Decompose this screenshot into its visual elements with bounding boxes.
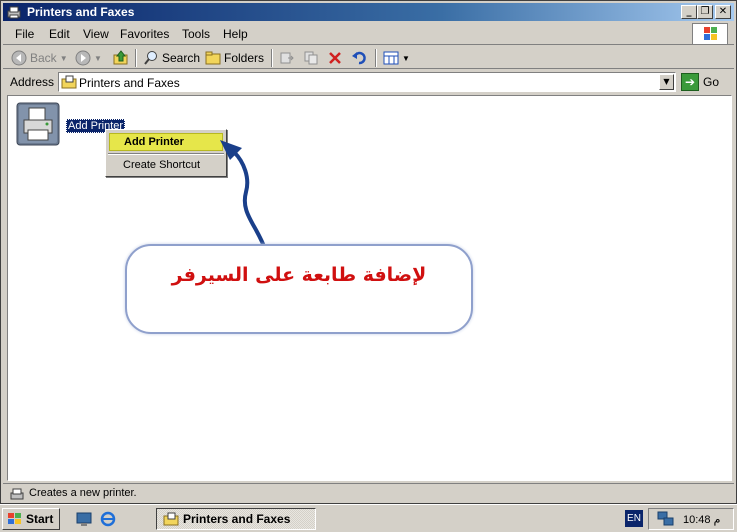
go-label: Go [703, 75, 720, 89]
folders-button[interactable]: Folders [205, 49, 264, 67]
forward-button[interactable]: ▼ [75, 49, 102, 67]
move-to-icon [280, 52, 294, 64]
go-arrow-icon: ➔ [681, 73, 699, 91]
back-arrow-icon [11, 50, 27, 66]
printer-folder-icon [61, 75, 77, 89]
status-bar: Creates a new printer. [3, 483, 734, 502]
back-dropdown-icon[interactable]: ▼ [60, 54, 68, 63]
restore-button[interactable]: ❐ [697, 5, 713, 19]
folders-label: Folders [224, 51, 265, 65]
toolbar-separator [135, 49, 137, 67]
menu-file[interactable]: File [15, 27, 34, 41]
context-menu: Add Printer Create Shortcut [105, 129, 227, 177]
taskbar-button-printers-and-faxes[interactable]: Printers and Faxes [156, 508, 316, 530]
add-printer-icon[interactable] [16, 102, 60, 146]
up-folder-icon [113, 50, 128, 65]
annotation-text: لإضافة طابعة على السيرفر [171, 264, 427, 286]
context-menu-add-printer[interactable]: Add Printer [109, 133, 223, 151]
address-label: Address [10, 75, 55, 89]
system-tray: 10:48 م [648, 508, 734, 530]
back-button[interactable]: Back ▼ [11, 49, 68, 67]
annotation-callout: لإضافة طابعة على السيرفر [125, 244, 473, 334]
clock[interactable]: 10:48 م [683, 513, 720, 526]
back-label: Back [30, 51, 57, 65]
show-desktop-icon[interactable] [76, 511, 92, 527]
go-button[interactable]: ➔ Go [681, 72, 719, 92]
menu-help[interactable]: Help [223, 27, 248, 41]
search-label: Search [162, 51, 201, 65]
delete-button[interactable] [327, 49, 343, 67]
address-dropdown-icon[interactable]: ▼ [659, 74, 674, 90]
taskbar: Start Printers and Faxes EN 10:48 م [0, 504, 737, 532]
menu-tools[interactable]: Tools [182, 27, 210, 41]
views-button[interactable]: ▼ [383, 49, 410, 67]
copy-to-icon [304, 51, 318, 65]
search-icon [144, 51, 157, 65]
menu-edit[interactable]: Edit [49, 27, 70, 41]
window-title: Printers and Faxes [27, 5, 135, 19]
toolbar-separator [271, 49, 273, 67]
move-to-button[interactable] [279, 49, 295, 67]
search-button[interactable]: Search [143, 49, 200, 67]
context-menu-create-shortcut[interactable]: Create Shortcut [109, 156, 223, 174]
forward-arrow-icon [75, 50, 91, 66]
views-dropdown-icon[interactable]: ▼ [402, 54, 410, 63]
folders-icon [205, 51, 221, 65]
address-bar: Address Printers and Faxes ▼ ➔ Go [3, 71, 734, 93]
language-indicator[interactable]: EN [625, 510, 643, 527]
status-text: Creates a new printer. [29, 487, 137, 499]
printer-folder-icon [163, 512, 179, 526]
start-button[interactable]: Start [2, 508, 60, 530]
printer-icon [10, 488, 24, 500]
up-folder-button[interactable] [113, 49, 129, 67]
windows-logo-icon [8, 513, 21, 524]
internet-explorer-icon[interactable] [100, 511, 116, 527]
undo-icon [352, 51, 366, 65]
windows-logo-icon [692, 23, 728, 45]
undo-button[interactable] [351, 49, 367, 67]
toolbar: Back ▼ ▼ Search Folders ▼ [3, 47, 734, 69]
minimize-button[interactable]: _ [681, 5, 697, 19]
close-button[interactable]: ✕ [715, 5, 731, 19]
address-field[interactable]: Printers and Faxes ▼ [58, 72, 676, 92]
menu-favorites[interactable]: Favorites [120, 27, 169, 41]
menu-view[interactable]: View [83, 27, 109, 41]
network-icon[interactable] [657, 511, 675, 527]
views-icon [383, 51, 399, 65]
file-view[interactable]: Add Printer Add Printer Create Shortcut … [7, 95, 732, 481]
start-label: Start [26, 512, 54, 526]
taskbar-button-label: Printers and Faxes [183, 512, 291, 526]
printer-folder-icon [7, 6, 21, 19]
copy-to-button[interactable] [303, 49, 319, 67]
context-menu-separator [108, 153, 224, 155]
title-bar[interactable]: Printers and Faxes _ ❐ ✕ [3, 3, 734, 21]
toolbar-separator [375, 49, 377, 67]
menu-bar: File Edit View Favorites Tools Help [3, 23, 734, 45]
delete-icon [329, 52, 341, 64]
forward-dropdown-icon[interactable]: ▼ [94, 54, 102, 63]
explorer-window: Printers and Faxes _ ❐ ✕ File Edit View … [0, 0, 737, 504]
address-value: Printers and Faxes [79, 76, 180, 90]
